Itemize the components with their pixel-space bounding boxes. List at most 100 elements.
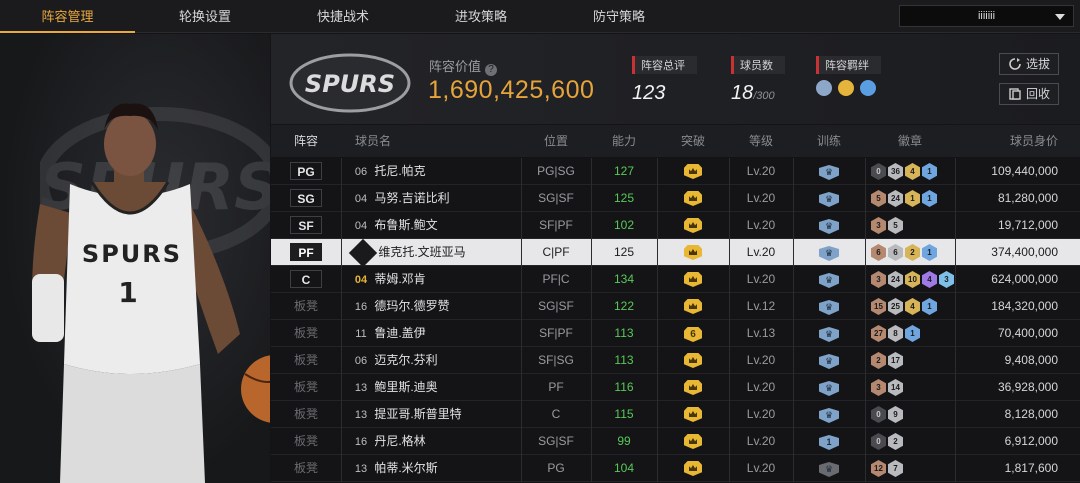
player-name-cell[interactable]: 04 蒂姆.邓肯 (351, 266, 521, 293)
slot-bench[interactable]: 板凳 (271, 401, 341, 428)
slot-bench[interactable]: 板凳 (271, 374, 341, 401)
tab-offense[interactable]: 进攻策略 (412, 0, 550, 33)
col-breakthrough[interactable]: 突破 (657, 125, 729, 157)
col-training[interactable]: 训练 (793, 125, 865, 157)
slot-bench[interactable]: 板凳 (271, 320, 341, 347)
slot-cell[interactable]: C (271, 266, 341, 293)
dropdown-value: iiiiiii (977, 10, 996, 22)
table-row[interactable]: 板凳 13 鲍里斯.迪奥 PF 116 Lv.20 ♛ 3 14 36,928,0… (271, 374, 1080, 401)
tab-rotation[interactable]: 轮换设置 (136, 0, 274, 33)
breakthrough-cell[interactable] (657, 212, 729, 239)
badges-cell[interactable]: 35 (865, 212, 955, 239)
breakthrough-cell[interactable] (657, 455, 729, 482)
recycle-button[interactable]: 回收 (999, 83, 1059, 105)
slot-cell[interactable]: PG (271, 158, 341, 185)
breakthrough-cell[interactable] (657, 293, 729, 320)
table-row[interactable]: C 04 蒂姆.邓肯 PF|C 134 Lv.20 ♛ 3 24 10 4 3 624,… (271, 266, 1080, 293)
badges-cell[interactable]: 3 14 (865, 374, 955, 401)
player-name-cell[interactable]: 13 帕蒂.米尔斯 (351, 455, 521, 482)
col-name[interactable]: 球员名 (341, 125, 431, 157)
col-position[interactable]: 位置 (521, 125, 591, 157)
breakthrough-cell[interactable] (657, 374, 729, 401)
slot-bench[interactable]: 板凳 (271, 455, 341, 482)
table-row[interactable]: 板凳 16 丹尼.格林 SG|SF 99 Lv.20 1 02 6,912,00… (271, 428, 1080, 455)
training-cell[interactable]: ♛ (793, 455, 865, 482)
slot-cell[interactable]: SF (271, 212, 341, 239)
player-name-cell[interactable]: 04 布鲁斯.鲍文 (351, 212, 521, 239)
table-row[interactable]: 板凳 13 提亚哥.斯普里特 C 115 Lv.20 ♛ 09 8,128,00… (271, 401, 1080, 428)
table-row[interactable]: PG 06 托尼.帕克 PG|SG 127 Lv.20 ♛ 0 36 4 1 109,… (271, 158, 1080, 185)
training-cell[interactable]: ♛ (793, 266, 865, 293)
breakthrough-cell[interactable] (657, 185, 729, 212)
badges-cell[interactable]: 6621 (865, 239, 955, 266)
table-row[interactable]: SF 04 布鲁斯.鲍文 SF|PF 102 Lv.20 ♛ 35 19,712… (271, 212, 1080, 239)
col-salary[interactable]: 球员身价 (955, 125, 1080, 157)
roster-table-header: 阵容 球员名 位置 能力 突破 等级 训练 徽章 球员身价 (271, 125, 1080, 157)
breakthrough-cell[interactable] (657, 239, 729, 266)
breakthrough-cell[interactable] (657, 428, 729, 455)
training-cell[interactable]: ♛ (793, 347, 865, 374)
breakthrough-cell[interactable] (657, 266, 729, 293)
badges-cell[interactable]: 12 7 (865, 455, 955, 482)
player-name-cell[interactable]: 13 鲍里斯.迪奥 (351, 374, 521, 401)
select-button[interactable]: 选拔 (999, 53, 1059, 75)
player-name-cell[interactable]: 06 托尼.帕克 (351, 158, 521, 185)
breakthrough-cell[interactable] (657, 401, 729, 428)
player-name-cell[interactable]: 01 维克托.文班亚马 (348, 238, 521, 267)
player-salary: 1,817,600 (1004, 461, 1058, 475)
slot-bench[interactable]: 板凳 (271, 293, 341, 320)
col-badges[interactable]: 徽章 (865, 125, 955, 157)
player-name-cell[interactable]: 16 丹尼.格林 (351, 428, 521, 455)
training-cell[interactable]: ♛ (793, 212, 865, 239)
slot-bench[interactable]: 板凳 (271, 428, 341, 455)
bond-icon-2[interactable] (838, 80, 854, 96)
player-name-cell[interactable]: 13 提亚哥.斯普里特 (351, 401, 521, 428)
bond-icon-1[interactable] (816, 80, 832, 96)
col-slot[interactable]: 阵容 (271, 125, 341, 157)
table-row[interactable]: PF 01 维克托.文班亚马 C|PF 125 Lv.20 ♛ 6621 374… (271, 238, 1080, 267)
player-name-cell[interactable]: 06 迈克尔.芬利 (351, 347, 521, 374)
tab-quick-tactics[interactable]: 快捷战术 (274, 0, 412, 33)
table-row[interactable]: SG 04 马努.吉诺比利 SG|SF 125 Lv.20 ♛ 5 24 1 1 81… (271, 185, 1080, 212)
table-row[interactable]: 板凳 06 迈克尔.芬利 SF|SG 113 Lv.20 ♛ 2 17 9,408… (271, 347, 1080, 374)
badges-cell[interactable]: 3 24 10 4 3 (865, 266, 955, 293)
table-row[interactable]: 板凳 13 帕蒂.米尔斯 PG 104 Lv.20 ♛ 12 7 1,817,60… (271, 455, 1080, 482)
badges-cell[interactable]: 02 (865, 428, 955, 455)
col-ability[interactable]: 能力 (591, 125, 657, 157)
player-name-cell[interactable]: 04 马努.吉诺比利 (351, 185, 521, 212)
tab-lineup[interactable]: 阵容管理 (0, 0, 135, 33)
table-row[interactable]: 板凳 11 鲁迪.盖伊 SF|PF 113 6 Lv.13 ♛ 27 8 1 70,… (271, 320, 1080, 347)
help-icon[interactable]: ? (485, 64, 498, 76)
badges-cell[interactable]: 27 8 1 (865, 320, 955, 347)
badges-cell[interactable]: 0 36 4 1 (865, 158, 955, 185)
training-cell[interactable]: 1 (793, 428, 865, 455)
badges-cell[interactable]: 2 17 (865, 347, 955, 374)
slot-cell[interactable]: PF (271, 239, 341, 266)
table-row[interactable]: 板凳 16 德玛尔.德罗赞 SG|SF 122 Lv.12 ♛ 15 25 4 1 1… (271, 293, 1080, 320)
badges-cell[interactable]: 15 25 4 1 (865, 293, 955, 320)
training-cell[interactable]: ♛ (793, 239, 865, 266)
slot-cell[interactable]: SG (271, 185, 341, 212)
player-name-cell[interactable]: 16 德玛尔.德罗赞 (351, 293, 521, 320)
training-cell[interactable]: ♛ (793, 320, 865, 347)
col-level[interactable]: 等级 (729, 125, 793, 157)
badges-cell[interactable]: 5 24 1 1 (865, 185, 955, 212)
training-cell[interactable]: ♛ (793, 401, 865, 428)
account-dropdown[interactable]: iiiiiii (899, 5, 1074, 27)
training-cell[interactable]: ♛ (793, 158, 865, 185)
breakthrough-cell[interactable] (657, 158, 729, 185)
bond-icon-3[interactable] (860, 80, 876, 96)
badge-icon: 1 (905, 325, 920, 342)
badges-cell[interactable]: 09 (865, 401, 955, 428)
training-cell[interactable]: ♛ (793, 374, 865, 401)
tab-defense[interactable]: 防守策略 (550, 0, 688, 33)
player-salary: 109,440,000 (991, 164, 1058, 178)
slot-bench[interactable]: 板凳 (271, 347, 341, 374)
training-cell[interactable]: ♛ (793, 293, 865, 320)
breakthrough-cell[interactable]: 6 (657, 320, 729, 347)
badge-icon: 1 (922, 163, 937, 180)
training-cell[interactable]: ♛ (793, 185, 865, 212)
breakthrough-cell[interactable] (657, 347, 729, 374)
badge-icon: 1 (922, 190, 937, 207)
player-name-cell[interactable]: 11 鲁迪.盖伊 (351, 320, 521, 347)
